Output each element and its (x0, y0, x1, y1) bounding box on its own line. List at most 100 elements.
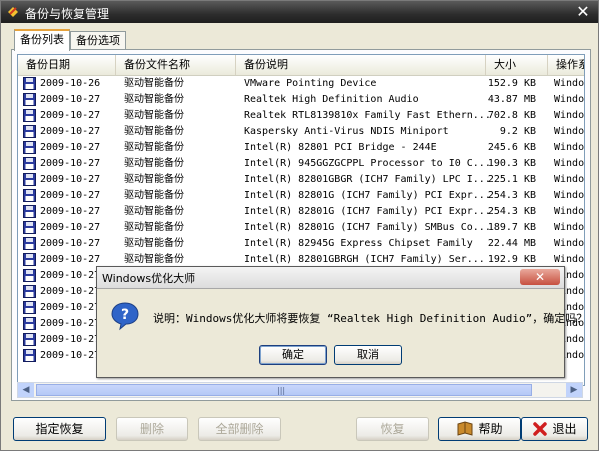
table-row[interactable]: 2009-10-27 驱动智能备份 Intel(R) 82801G (ICH7 Fa… (18, 204, 584, 220)
cell-size: 190.3 KB (487, 158, 536, 169)
question-icon: ? (111, 302, 139, 331)
cell-os: Windows (554, 158, 585, 169)
title-bar[interactable]: 备份与恢复管理 ✕ (1, 1, 598, 23)
floppy-disk-icon (23, 237, 36, 250)
table-row[interactable]: 2009-10-27 驱动智能备份 Realtek High Definition … (18, 92, 584, 108)
delete-all-button[interactable]: 全部删除 (198, 417, 281, 441)
table-row[interactable]: 2009-10-27 驱动智能备份 Intel(R) 82801G (ICH7 Fa… (18, 188, 584, 204)
cell-description: Intel(R) 82801GBGR (ICH7 Family) LPC I..… (244, 174, 491, 185)
dialog-close-button[interactable]: ✕ (520, 269, 560, 285)
table-row[interactable]: 2009-10-26 驱动智能备份 VMware Pointing Device 15… (18, 76, 584, 92)
floppy-disk-icon (23, 77, 36, 90)
cell-os: Windows (554, 238, 585, 249)
cell-size: 9.2 KB (499, 126, 536, 137)
floppy-disk-icon (23, 141, 36, 154)
cell-size: 22.44 MB (487, 238, 536, 249)
cell-filename: 驱动智能备份 (124, 158, 184, 169)
table-row[interactable]: 2009-10-27 驱动智能备份 Intel(R) 82801 PCI Bridg… (18, 140, 584, 156)
dialog-title: Windows优化大师 (102, 272, 196, 285)
cell-os: Windows (554, 174, 585, 185)
cell-description: Intel(R) 82801 PCI Bridge - 244E (244, 142, 437, 153)
cell-description: Intel(R) 82801G (ICH7 Family) PCI Expr..… (244, 190, 491, 201)
tab-backup-options[interactable]: 备份选项 (70, 31, 126, 50)
floppy-disk-icon (23, 253, 36, 266)
scroll-grip: ||| (277, 386, 286, 395)
cell-size: 702.8 KB (487, 110, 536, 121)
cell-filename: 驱动智能备份 (124, 174, 184, 185)
cell-filename: 驱动智能备份 (124, 190, 184, 201)
cell-filename: 驱动智能备份 (124, 142, 184, 153)
horizontal-scrollbar[interactable]: ◀ ||| ▶ (17, 382, 583, 398)
close-x-icon (533, 422, 548, 436)
cell-os: Windows (554, 126, 585, 137)
dialog-title-bar[interactable]: Windows优化大师 ✕ (97, 267, 564, 289)
svg-text:?: ? (121, 307, 129, 323)
table-row[interactable]: 2009-10-27 驱动智能备份 Intel(R) 82801G (ICH7 Fa… (18, 220, 584, 236)
floppy-disk-icon (23, 301, 36, 314)
dialog-ok-button[interactable]: 确定 (259, 345, 327, 365)
scroll-right-button[interactable]: ▶ (566, 383, 582, 397)
table-row[interactable]: 2009-10-27 驱动智能备份 Intel(R) 945GGZGCPPL Pro… (18, 156, 584, 172)
scroll-thumb[interactable]: ||| (36, 384, 532, 396)
column-header-filename[interactable]: 备份文件名称 (116, 55, 236, 75)
cell-description: Intel(R) 945GGZGCPPL Processor to I0 C..… (244, 158, 491, 169)
scroll-left-button[interactable]: ◀ (18, 383, 34, 397)
cell-size: 245.6 KB (487, 142, 536, 153)
confirm-dialog: Windows优化大师 ✕ ? 说明：Windows优化大师将要恢复 “Real… (96, 266, 587, 378)
cell-size: 43.87 MB (487, 94, 536, 105)
cell-os: Windows (554, 206, 585, 217)
floppy-disk-icon (23, 109, 36, 122)
backup-restore-window: 备份与恢复管理 ✕ 备份列表 备份选项 备份日期 备份文件名称 备份说明 大小 … (0, 0, 599, 451)
table-row[interactable]: 2009-10-27 驱动智能备份 Kaspersky Anti-Virus NDI… (18, 124, 584, 140)
cell-description: Realtek High Definition Audio (244, 94, 419, 105)
column-header-description[interactable]: 备份说明 (236, 55, 486, 75)
floppy-disk-icon (23, 125, 36, 138)
cell-filename: 驱动智能备份 (124, 110, 184, 121)
floppy-disk-icon (23, 205, 36, 218)
cell-filename: 驱动智能备份 (124, 94, 184, 105)
cell-os: Windows (554, 94, 585, 105)
help-button-label: 帮助 (478, 422, 503, 436)
table-row[interactable]: 2009-10-27 驱动智能备份 Realtek RTL8139810x Fami… (18, 108, 584, 124)
delete-button[interactable]: 删除 (116, 417, 188, 441)
floppy-disk-icon (23, 349, 36, 362)
window-close-button[interactable]: ✕ (574, 3, 592, 20)
column-header-os[interactable]: 操作系统 (548, 55, 584, 75)
cell-description: Intel(R) 82801G (ICH7 Family) SMBus Co..… (244, 222, 491, 233)
dialog-cancel-button[interactable]: 取消 (334, 345, 402, 365)
cell-description: Realtek RTL8139810x Family Fast Ethern..… (244, 110, 491, 121)
column-header-date[interactable]: 备份日期 (18, 55, 116, 75)
table-row[interactable]: 2009-10-27 驱动智能备份 Intel(R) 82945G Express … (18, 236, 584, 252)
cell-os: Windows (554, 110, 585, 121)
cell-description: VMware Pointing Device (244, 78, 377, 89)
floppy-disk-icon (23, 285, 36, 298)
help-button[interactable]: 帮助 (438, 417, 521, 441)
cell-filename: 驱动智能备份 (124, 206, 184, 217)
floppy-disk-icon (23, 333, 36, 346)
cell-os: Windows (554, 142, 585, 153)
cell-size: 254.3 KB (487, 190, 536, 201)
floppy-disk-icon (23, 93, 36, 106)
table-row[interactable]: 2009-10-27 驱动智能备份 Intel(R) 82801GBGR (ICH7… (18, 172, 584, 188)
restore-specified-button[interactable]: 指定恢复 (13, 417, 106, 441)
floppy-disk-icon (23, 173, 36, 186)
list-header: 备份日期 备份文件名称 备份说明 大小 操作系统 (18, 55, 584, 76)
cell-filename: 驱动智能备份 (124, 238, 184, 249)
dialog-message: 说明：Windows优化大师将要恢复 “Realtek High Definit… (153, 312, 588, 325)
book-icon (457, 421, 473, 436)
cell-size: 189.7 KB (487, 222, 536, 233)
floppy-disk-icon (23, 221, 36, 234)
exit-button-label: 退出 (552, 422, 577, 436)
cell-filename: 驱动智能备份 (124, 78, 184, 89)
cell-os: Windows (554, 190, 585, 201)
floppy-disk-icon (23, 269, 36, 282)
window-title: 备份与恢复管理 (25, 7, 110, 21)
cell-filename: 驱动智能备份 (124, 222, 184, 233)
tab-backup-list[interactable]: 备份列表 (14, 29, 70, 51)
floppy-disk-icon (23, 157, 36, 170)
column-header-size[interactable]: 大小 (486, 55, 548, 75)
exit-button[interactable]: 退出 (521, 417, 588, 441)
cell-os: Windows (554, 78, 585, 89)
restore-button[interactable]: 恢复 (356, 417, 429, 441)
floppy-disk-icon (23, 189, 36, 202)
